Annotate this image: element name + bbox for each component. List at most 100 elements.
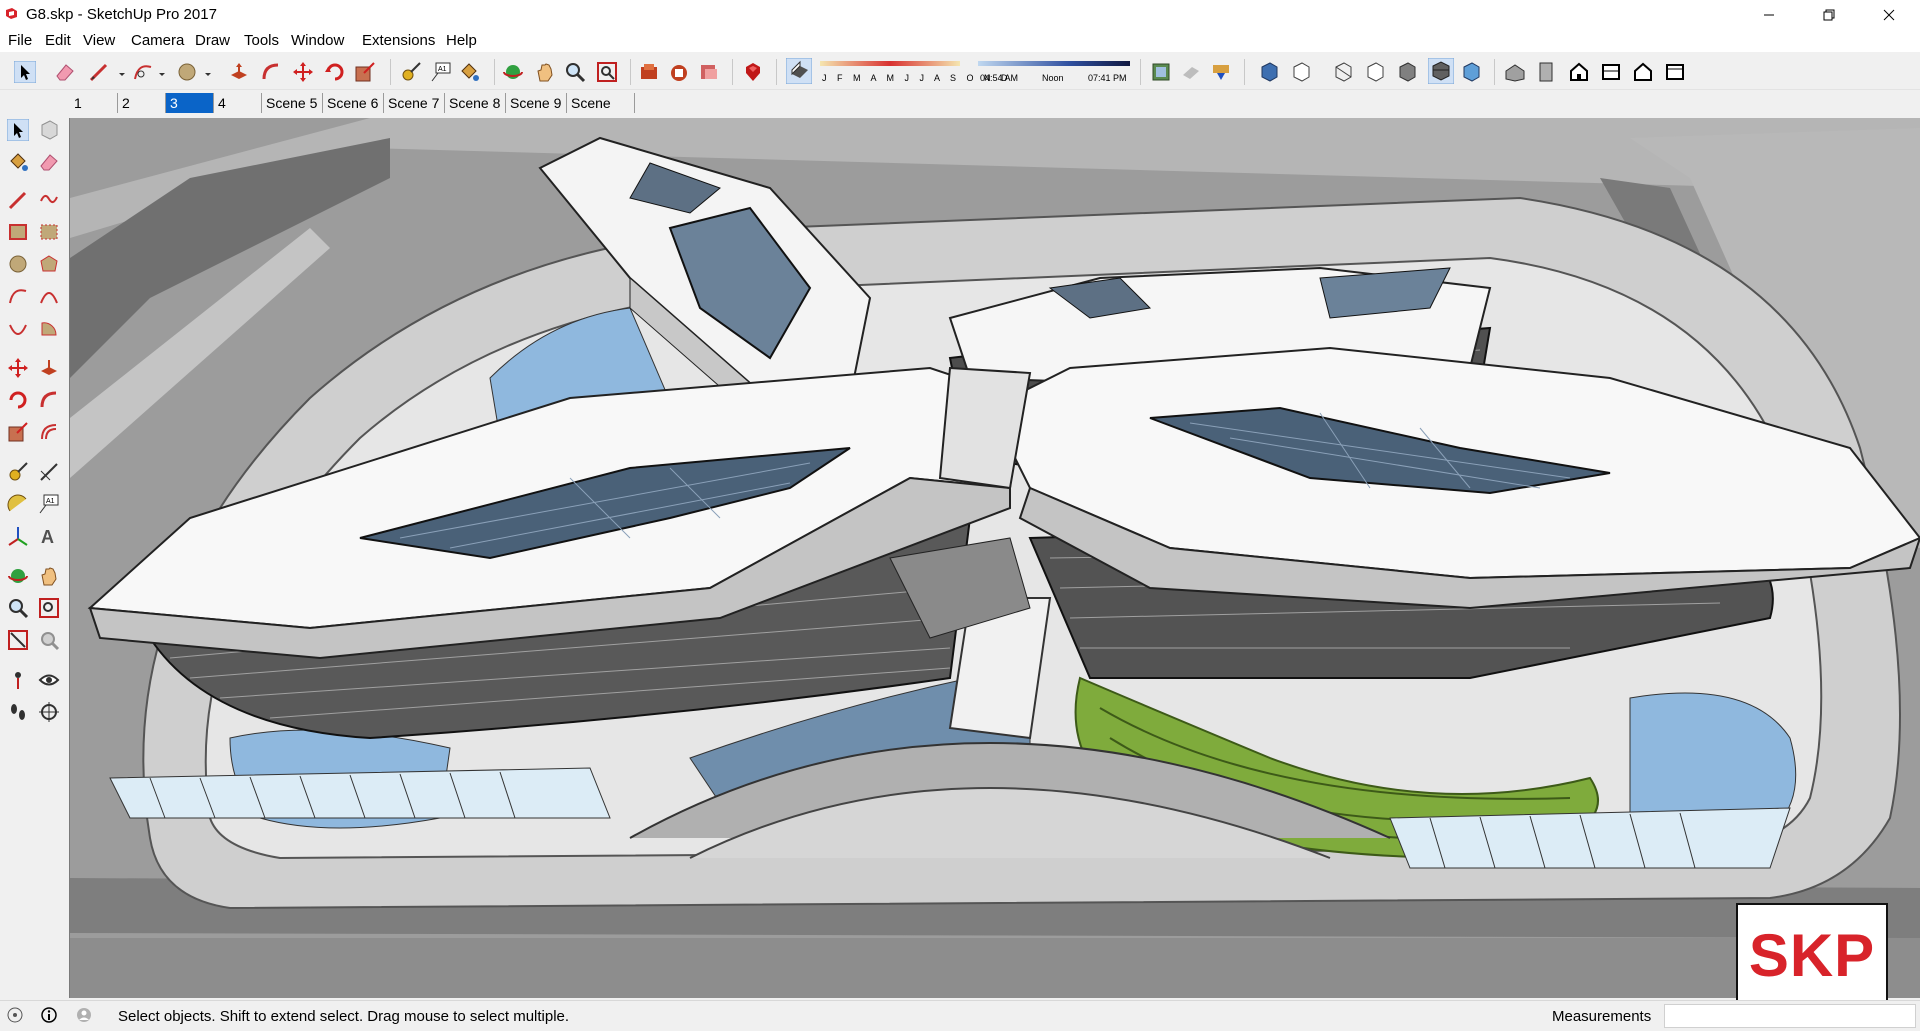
tab-scene-2[interactable]: 2 xyxy=(118,93,166,113)
orbit-icon[interactable] xyxy=(502,61,524,83)
xray-style-icon[interactable] xyxy=(1258,61,1280,83)
make-component-icon[interactable] xyxy=(38,119,60,141)
tab-scene-4[interactable]: 4 xyxy=(214,93,262,113)
monochrome-style-icon[interactable] xyxy=(1460,61,1482,83)
three-point-arc-icon[interactable] xyxy=(7,317,29,339)
protractor-icon[interactable] xyxy=(7,493,29,515)
tab-scene-10[interactable]: Scene 10 xyxy=(567,93,635,131)
layout-send-icon[interactable] xyxy=(698,61,720,83)
chevron-down-icon[interactable] xyxy=(158,61,166,83)
text-label-icon[interactable]: A1 xyxy=(430,61,452,83)
tab-scene-5[interactable]: Scene 5 xyxy=(262,93,323,113)
match-photo-icon[interactable] xyxy=(1150,61,1172,83)
previous-view-icon[interactable] xyxy=(38,629,60,651)
menu-window[interactable]: Window xyxy=(291,32,344,49)
menu-file[interactable]: File xyxy=(8,32,32,49)
shadows-toggle-icon[interactable] xyxy=(786,58,812,84)
close-button[interactable] xyxy=(1866,0,1912,30)
section-plane-icon[interactable] xyxy=(38,701,60,723)
move-icon[interactable] xyxy=(7,357,29,379)
text-label-icon[interactable]: A1 xyxy=(38,493,60,515)
zoom-magnifier-icon[interactable] xyxy=(564,61,586,83)
zoom-extents-icon[interactable] xyxy=(7,629,29,651)
chevron-down-icon[interactable] xyxy=(118,61,126,83)
model-viewport[interactable] xyxy=(69,118,1920,998)
zoom-magnifier-icon[interactable] xyxy=(7,597,29,619)
tab-scene-7[interactable]: Scene 7 xyxy=(384,93,445,113)
scale-icon[interactable] xyxy=(354,61,376,83)
restore-button[interactable] xyxy=(1806,0,1852,30)
back-edges-style-icon[interactable] xyxy=(1290,61,1312,83)
circle-shape-icon[interactable] xyxy=(176,61,198,83)
3d-text-icon[interactable]: A xyxy=(38,525,60,547)
dimension-icon[interactable] xyxy=(38,461,60,483)
arc-icon[interactable] xyxy=(132,61,154,83)
freehand-icon[interactable] xyxy=(38,189,60,211)
import-arrow-icon[interactable] xyxy=(1210,61,1232,83)
walk-footprints-icon[interactable] xyxy=(7,701,29,723)
offset-icon[interactable] xyxy=(38,421,60,443)
tab-scene-1[interactable]: 1 xyxy=(70,93,118,113)
wireframe-style-icon[interactable] xyxy=(1332,61,1354,83)
circle-icon[interactable] xyxy=(7,253,29,275)
menu-view[interactable]: View xyxy=(83,32,115,49)
orbit-icon[interactable] xyxy=(7,565,29,587)
fog-icon[interactable] xyxy=(1180,61,1202,83)
move-icon[interactable] xyxy=(292,61,314,83)
menu-edit[interactable]: Edit xyxy=(45,32,71,49)
3d-warehouse-icon[interactable] xyxy=(638,61,660,83)
polygon-icon[interactable] xyxy=(38,253,60,275)
tape-measure-icon[interactable] xyxy=(400,61,422,83)
ruby-console-icon[interactable] xyxy=(742,61,764,83)
menu-tools[interactable]: Tools xyxy=(244,32,279,49)
follow-me-icon[interactable] xyxy=(260,61,282,83)
back-view-icon[interactable] xyxy=(1632,61,1654,83)
pan-hand-icon[interactable] xyxy=(38,565,60,587)
menu-draw[interactable]: Draw xyxy=(195,32,230,49)
scale-icon[interactable] xyxy=(7,421,29,443)
rotated-rectangle-icon[interactable] xyxy=(38,221,60,243)
menu-extensions[interactable]: Extensions xyxy=(362,32,435,49)
arc-icon[interactable] xyxy=(7,285,29,307)
shaded-textures-style-icon[interactable] xyxy=(1428,58,1454,84)
select-arrow-icon[interactable] xyxy=(7,119,29,141)
tab-scene-8[interactable]: Scene 8 xyxy=(445,93,506,113)
user-account-icon[interactable] xyxy=(76,1007,92,1023)
right-view-icon[interactable] xyxy=(1600,61,1622,83)
chevron-down-icon[interactable] xyxy=(204,61,212,83)
follow-me-icon[interactable] xyxy=(38,389,60,411)
geo-location-icon[interactable] xyxy=(7,1007,23,1023)
rotate-icon[interactable] xyxy=(324,61,346,83)
line-pencil-icon[interactable] xyxy=(7,189,29,211)
line-pencil-icon[interactable] xyxy=(88,61,110,83)
front-view-icon[interactable] xyxy=(1568,61,1590,83)
zoom-window-icon[interactable] xyxy=(38,597,60,619)
push-pull-icon[interactable] xyxy=(38,357,60,379)
tab-scene-6[interactable]: Scene 6 xyxy=(323,93,384,113)
two-point-arc-icon[interactable] xyxy=(38,285,60,307)
push-pull-icon[interactable] xyxy=(228,61,250,83)
measurements-input[interactable] xyxy=(1664,1004,1916,1028)
rectangle-icon[interactable] xyxy=(7,221,29,243)
pie-icon[interactable] xyxy=(38,317,60,339)
tape-measure-icon[interactable] xyxy=(7,461,29,483)
paint-bucket-icon[interactable] xyxy=(7,151,29,173)
iso-view-icon[interactable] xyxy=(1504,61,1526,83)
menu-camera[interactable]: Camera xyxy=(131,32,184,49)
paint-bucket-icon[interactable] xyxy=(458,61,480,83)
menu-help[interactable]: Help xyxy=(446,32,477,49)
hidden-line-style-icon[interactable] xyxy=(1364,61,1386,83)
rotate-icon[interactable] xyxy=(7,389,29,411)
eraser-icon[interactable] xyxy=(54,61,76,83)
credits-info-icon[interactable] xyxy=(41,1007,57,1023)
select-arrow-icon[interactable] xyxy=(14,61,36,83)
left-view-icon[interactable] xyxy=(1664,61,1686,83)
axes-icon[interactable] xyxy=(7,525,29,547)
tab-scene-9[interactable]: Scene 9 xyxy=(506,93,567,113)
look-around-eye-icon[interactable] xyxy=(38,669,60,691)
shaded-style-icon[interactable] xyxy=(1396,61,1418,83)
minimize-button[interactable] xyxy=(1746,0,1792,30)
pan-hand-icon[interactable] xyxy=(534,61,556,83)
position-camera-icon[interactable] xyxy=(7,669,29,691)
zoom-extents-icon[interactable] xyxy=(596,61,618,83)
